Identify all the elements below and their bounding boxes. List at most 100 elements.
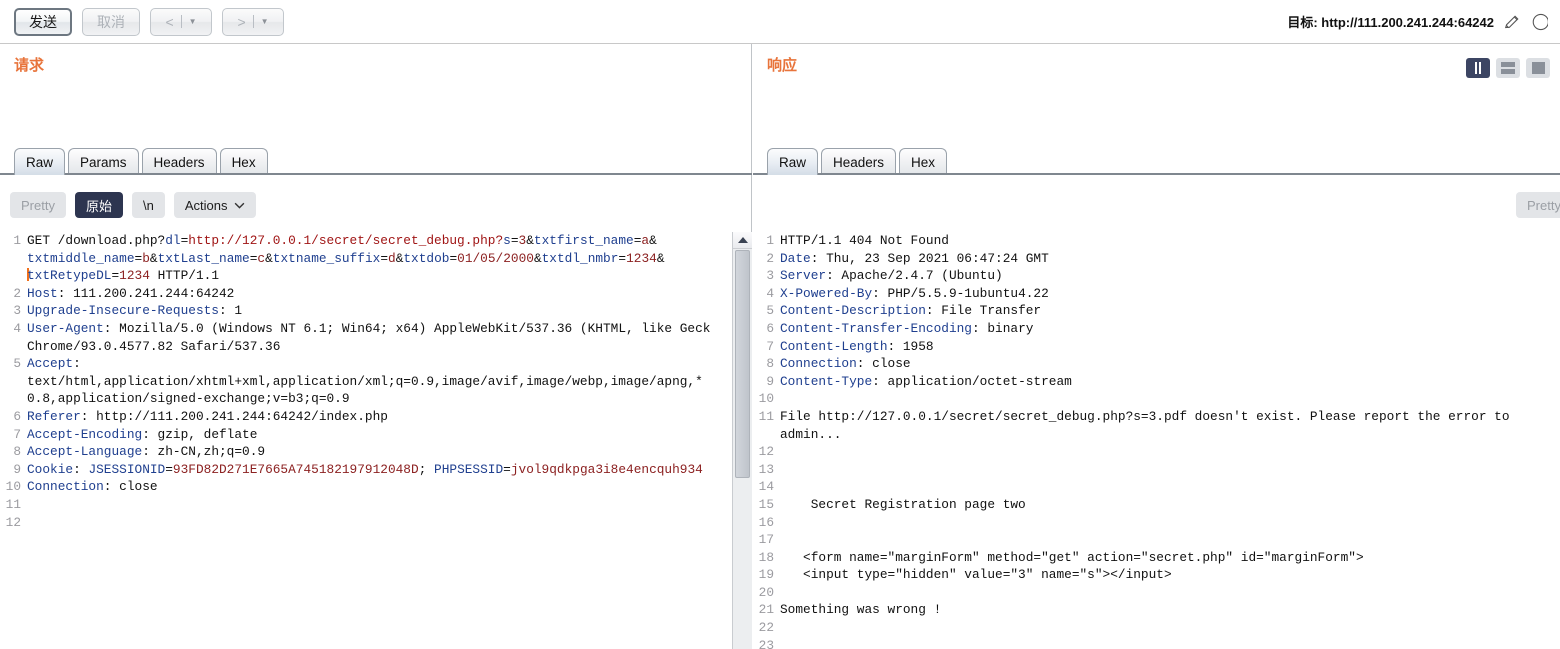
- code-token: Secret Registration page two: [780, 496, 1026, 512]
- next-request-button[interactable]: > ▼: [222, 7, 284, 36]
- scroll-up-button[interactable]: [733, 232, 752, 249]
- request-tabs: Raw Params Headers Hex: [14, 148, 271, 175]
- request-raw-button[interactable]: 原始: [74, 192, 123, 218]
- previous-arrow-icon: <: [165, 13, 174, 30]
- response-tabs: Raw Headers Hex: [767, 148, 950, 175]
- code-token: HTTP/1.1: [149, 268, 220, 284]
- code-token: 0.8,application/signed-exchange;v=b3;q=0…: [27, 391, 350, 407]
- pencil-icon[interactable]: [1503, 13, 1521, 31]
- code-token: JSESSIONID: [88, 461, 166, 477]
- code-line: Upgrade-Insecure-Requests: 1: [27, 302, 737, 320]
- code-token: : zh-CN,zh;q=0.9: [142, 444, 266, 460]
- circle-icon[interactable]: [1530, 13, 1548, 31]
- line-number: 6: [766, 320, 774, 336]
- line-number: 5: [13, 356, 21, 372]
- request-pretty-button[interactable]: Pretty: [10, 192, 66, 218]
- code-token: txtRetypeDL: [27, 268, 112, 284]
- code-line: Referer: http://111.200.241.244:64242/in…: [27, 408, 737, 426]
- code-token: <form name="marginForm" method="get" act…: [780, 549, 1364, 565]
- response-panel-title: 响应: [767, 57, 798, 74]
- request-newline-button[interactable]: \n: [131, 192, 165, 218]
- code-token: dl: [165, 233, 181, 248]
- line-number: 8: [766, 356, 774, 372]
- previous-request-button[interactable]: < ▼: [150, 7, 212, 36]
- send-button-label: 发送: [29, 13, 57, 30]
- code-token: =: [503, 461, 511, 477]
- line-number: 15: [758, 496, 774, 512]
- line-number: [753, 426, 778, 444]
- chevron-down-icon: [235, 202, 245, 209]
- horizontal-split-layout-button[interactable]: [1496, 58, 1520, 78]
- send-button[interactable]: 发送: [14, 7, 72, 36]
- code-token: txtdl_nmbr: [541, 250, 619, 266]
- request-scrollbar[interactable]: [732, 232, 752, 649]
- request-editor[interactable]: 1 2 3 4 5 6 7 8 9 10 11 12 GET /download.php?dl=htt…: [0, 232, 752, 649]
- code-token: =: [449, 250, 458, 266]
- code-token: Referer: [27, 408, 81, 424]
- line-number: 10: [5, 479, 21, 495]
- line-number: [0, 250, 25, 268]
- tab-response-raw[interactable]: Raw: [767, 148, 819, 175]
- code-line: txtRetypeDL=1234 HTTP/1.1: [27, 267, 737, 285]
- code-token: PHPSESSID: [434, 461, 504, 477]
- code-token: Server: [780, 268, 827, 284]
- vertical-split-layout-button[interactable]: [1466, 58, 1490, 78]
- code-line: Connection: close: [780, 355, 1560, 373]
- code-token: http://127.0.0.1/secret/secret_debug.php…: [188, 233, 504, 248]
- code-token: d: [388, 250, 396, 266]
- code-token: text/html,application/xhtml+xml,applicat…: [27, 373, 703, 389]
- tab-request-hex[interactable]: Hex: [219, 148, 268, 175]
- code-token: Accept-Language: [27, 444, 143, 460]
- scrollbar-thumb[interactable]: [735, 250, 750, 478]
- code-line: Secret Registration page two: [780, 496, 1560, 514]
- tab-label: Headers: [833, 154, 885, 170]
- triangle-up-icon: [737, 237, 748, 243]
- code-token: : 1: [219, 303, 243, 319]
- line-number: 11: [758, 408, 774, 424]
- button-label: \n: [142, 197, 154, 213]
- code-token: &: [149, 250, 158, 266]
- request-code[interactable]: GET /download.php?dl = http://127.0.0.1/se…: [27, 232, 737, 649]
- tab-request-raw[interactable]: Raw: [14, 148, 66, 175]
- code-token: Connection: [780, 356, 857, 372]
- cancel-button[interactable]: 取消: [82, 7, 140, 36]
- code-line: HTTP/1.1 404 Not Found: [780, 232, 1560, 250]
- single-pane-layout-button[interactable]: [1526, 58, 1550, 78]
- response-format-toolbar: Pretty 原始 Render \n Actions: [1516, 192, 1560, 218]
- chevron-down-icon: ▼: [260, 16, 269, 26]
- code-line: <input type="hidden" value="3" name="s">…: [780, 566, 1560, 584]
- code-token: 1234: [626, 250, 657, 266]
- code-line: Content-Type: application/octet-stream: [780, 373, 1560, 391]
- tab-response-hex[interactable]: Hex: [899, 148, 948, 175]
- tab-request-headers[interactable]: Headers: [141, 148, 217, 175]
- code-token: : close: [103, 479, 158, 495]
- line-number: 10: [758, 391, 774, 407]
- tab-request-params[interactable]: Params: [68, 148, 139, 175]
- tab-label: Params: [80, 154, 127, 170]
- line-number: 19: [758, 567, 774, 583]
- response-pretty-button[interactable]: Pretty: [1516, 192, 1560, 218]
- tab-response-headers[interactable]: Headers: [821, 148, 897, 175]
- request-tab-underline: [0, 173, 752, 175]
- line-number: 7: [13, 426, 21, 442]
- line-number: 14: [758, 479, 774, 495]
- line-number: 3: [766, 268, 774, 284]
- code-token: txtname_suffix: [272, 250, 381, 266]
- line-number: 17: [758, 532, 774, 548]
- toolbar-button-group: 发送 取消 < ▼ > ▼: [0, 7, 284, 36]
- response-code[interactable]: HTTP/1.1 404 Not Found Date: Thu, 23 Sep …: [780, 232, 1560, 649]
- split-container: 请求 Raw Params Headers Hex Pretty 原始 \n A…: [0, 44, 1560, 649]
- code-token: 1234: [119, 268, 150, 284]
- line-number: 3: [13, 303, 21, 319]
- code-token: : 1958: [887, 338, 934, 354]
- line-number: 20: [758, 584, 774, 600]
- top-toolbar: 发送 取消 < ▼ > ▼ 目标: http://111.200.241.244…: [0, 0, 1560, 44]
- code-token: : PHP/5.5.9-1ubuntu4.22: [872, 285, 1049, 301]
- request-gutter: 1 2 3 4 5 6 7 8 9 10 11 12: [0, 232, 25, 649]
- button-label: 原始: [85, 198, 112, 214]
- request-actions-button[interactable]: Actions: [173, 192, 257, 218]
- response-editor[interactable]: 1 2 3 4 5 6 7 8 9 10 11 12 13 14 15 16 17 18 19 20 21 22 23 HT…: [753, 232, 1560, 649]
